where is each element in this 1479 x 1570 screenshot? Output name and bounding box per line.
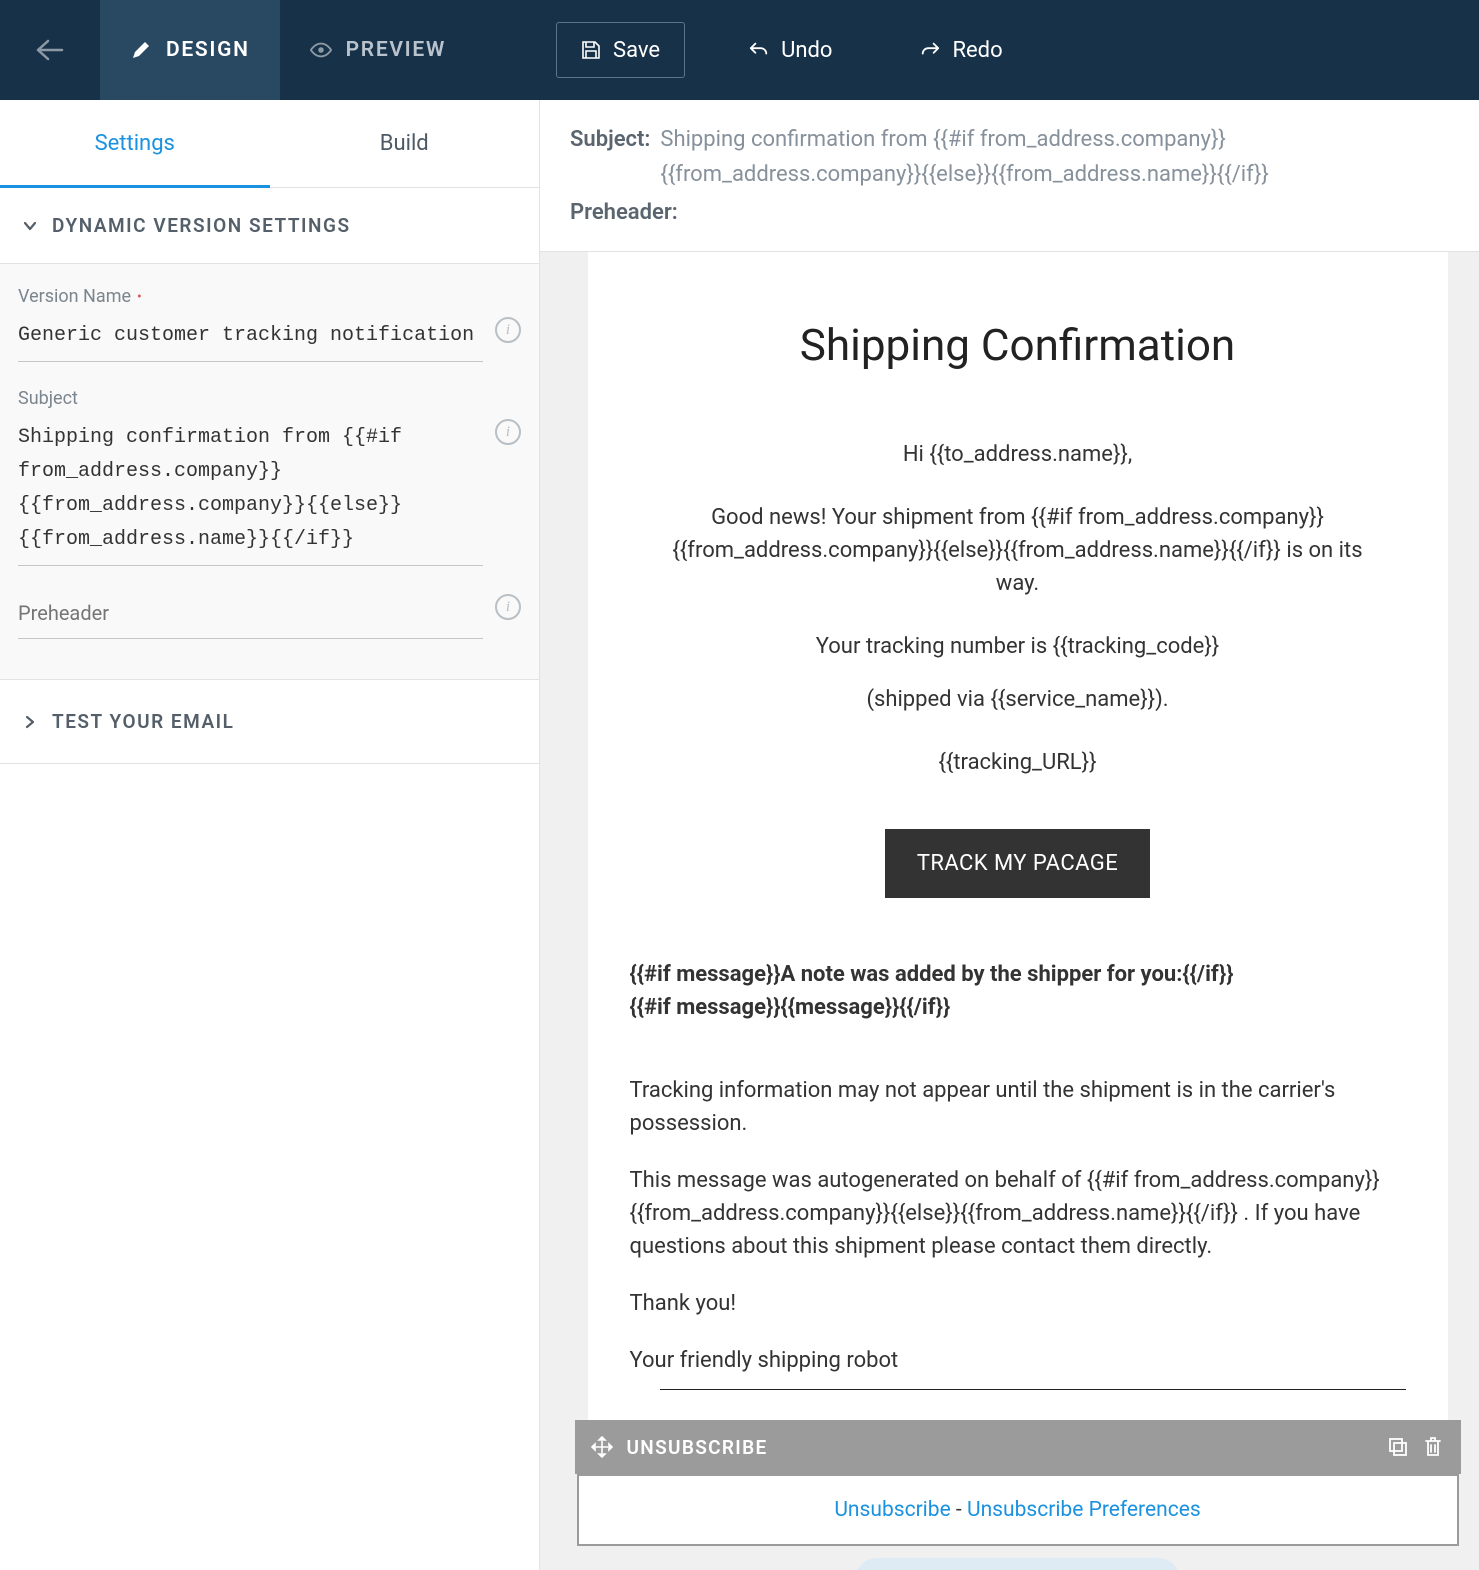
undo-icon (749, 40, 769, 60)
side-tab-settings[interactable]: Settings (0, 100, 270, 187)
email-body1: Good news! Your shipment from {{#if from… (630, 501, 1406, 600)
side-tab-build-label: Build (380, 131, 429, 156)
tab-preview-label: PREVIEW (346, 38, 446, 62)
side-tabs: Settings Build (0, 100, 539, 188)
save-icon (581, 40, 601, 60)
email-thanks: Thank you! (630, 1287, 1406, 1320)
chevron-down-icon (22, 218, 38, 234)
sidebar: Settings Build DYNAMIC VERSION SETTINGS … (0, 100, 540, 1570)
section-dynamic-header[interactable]: DYNAMIC VERSION SETTINGS (0, 188, 539, 264)
tab-preview[interactable]: PREVIEW (280, 0, 476, 100)
undo-button[interactable]: Undo (725, 22, 856, 78)
content: Subject: Shipping confirmation from {{#i… (540, 100, 1479, 1570)
version-name-label: Version Name • (18, 286, 521, 307)
email-autogen: This message was autogenerated on behalf… (630, 1164, 1406, 1263)
meta-preheader-label: Preheader: (570, 200, 678, 225)
side-tab-build[interactable]: Build (270, 100, 540, 187)
pencil-icon (130, 39, 152, 61)
info-icon[interactable]: i (495, 317, 521, 343)
save-button[interactable]: Save (556, 22, 685, 78)
email-disclaimer: Tracking information may not appear unti… (630, 1074, 1406, 1140)
undo-label: Undo (781, 38, 832, 63)
subject-label: Subject (18, 388, 521, 409)
section-dynamic-label: DYNAMIC VERSION SETTINGS (52, 214, 351, 237)
save-label: Save (613, 38, 660, 63)
chevron-right-icon (22, 714, 38, 730)
redo-label: Redo (952, 38, 1002, 63)
info-icon[interactable]: i (495, 594, 521, 620)
topbar: DESIGN PREVIEW Save Undo Redo (0, 0, 1479, 100)
redo-icon (920, 40, 940, 60)
powered-pill[interactable]: ♥ POWERED BY PARCELCRAFT (855, 1558, 1180, 1570)
unsubscribe-preferences-link[interactable]: Unsubscribe Preferences (967, 1498, 1201, 1522)
preview-meta: Subject: Shipping confirmation from {{#i… (540, 100, 1479, 252)
email-shipped-via: (shipped via {{service_name}}). (630, 683, 1406, 716)
canvas-wrap: Shipping Confirmation Hi {{to_address.na… (540, 252, 1479, 1570)
required-indicator: • (137, 289, 142, 305)
divider (660, 1389, 1406, 1390)
back-button[interactable] (0, 0, 100, 100)
email-tracking-line: Your tracking number is {{tracking_code}… (630, 630, 1406, 663)
duplicate-icon[interactable] (1387, 1436, 1409, 1458)
dash: - (951, 1498, 967, 1522)
unsubscribe-box[interactable]: Unsubscribe - Unsubscribe Preferences (577, 1474, 1459, 1546)
subject-input[interactable] (18, 417, 483, 566)
tab-design[interactable]: DESIGN (100, 0, 280, 100)
email-canvas[interactable]: Shipping Confirmation Hi {{to_address.na… (588, 252, 1448, 1420)
preheader-input[interactable] (18, 592, 483, 639)
arrow-left-icon (36, 39, 64, 61)
email-tracking-url: {{tracking_URL}} (630, 746, 1406, 779)
info-icon[interactable]: i (495, 419, 521, 445)
track-button[interactable]: TRACK MY PACAGE (885, 829, 1150, 898)
email-title: Shipping Confirmation (630, 312, 1406, 378)
email-note-header: {{#if message}}A note was added by the s… (630, 958, 1406, 991)
email-note-body: {{#if message}}{{message}}{{/if}} (630, 991, 1406, 1024)
side-tab-settings-label: Settings (95, 131, 175, 156)
redo-button[interactable]: Redo (896, 22, 1026, 78)
meta-subject-value: Shipping confirmation from {{#if from_ad… (660, 122, 1449, 192)
meta-subject-label: Subject: (570, 127, 650, 152)
version-name-input[interactable] (18, 315, 483, 362)
tab-design-label: DESIGN (166, 38, 250, 62)
email-signoff: Your friendly shipping robot (630, 1344, 1406, 1377)
block-toolbar: UNSUBSCRIBE (575, 1420, 1461, 1474)
unsubscribe-link[interactable]: Unsubscribe (834, 1498, 950, 1522)
powered-wrap: ♥ POWERED BY PARCELCRAFT (588, 1558, 1448, 1570)
section-test-header[interactable]: TEST YOUR EMAIL (0, 680, 539, 764)
form-area: Version Name • i Subject i i (0, 264, 539, 680)
move-icon[interactable] (591, 1436, 613, 1458)
email-greeting: Hi {{to_address.name}}, (630, 438, 1406, 471)
eye-icon (310, 39, 332, 61)
block-label: UNSUBSCRIBE (627, 1436, 768, 1459)
main: Settings Build DYNAMIC VERSION SETTINGS … (0, 100, 1479, 1570)
trash-icon[interactable] (1423, 1436, 1445, 1458)
section-test-label: TEST YOUR EMAIL (52, 710, 234, 733)
